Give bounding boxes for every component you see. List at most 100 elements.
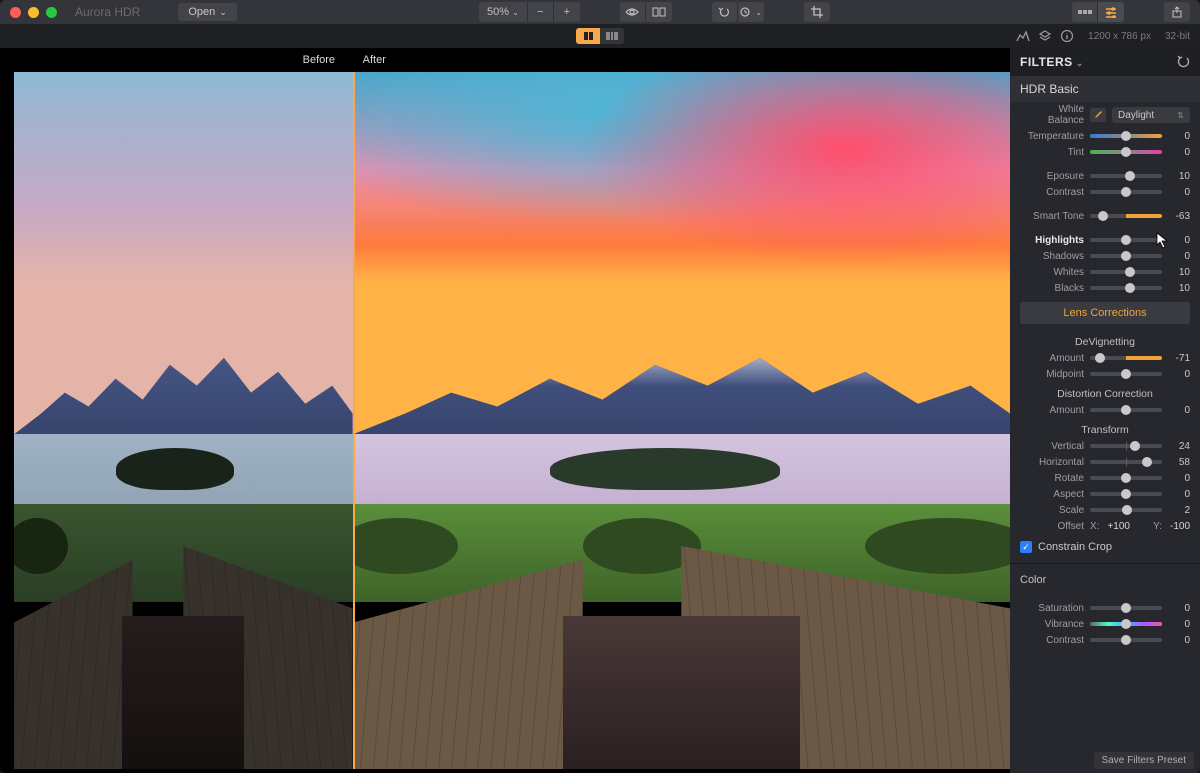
slider-label: Vibrance: [1020, 619, 1084, 630]
slider-row-shadows: Shadows 0: [1010, 248, 1200, 264]
slider-knob[interactable]: [1121, 187, 1131, 197]
slider-knob[interactable]: [1095, 353, 1105, 363]
slider-track[interactable]: [1090, 190, 1162, 194]
color-title[interactable]: Color: [1010, 568, 1200, 592]
zoom-in-button[interactable]: +: [554, 2, 580, 22]
slider-row-amount: Amount 0: [1010, 402, 1200, 418]
slider-track[interactable]: [1090, 270, 1162, 274]
adjust-panel-button[interactable]: [1098, 2, 1124, 22]
slider-knob[interactable]: [1130, 441, 1140, 451]
constrain-crop-row[interactable]: ✓ Constrain Crop: [1010, 535, 1200, 559]
constrain-crop-checkbox[interactable]: ✓: [1020, 541, 1032, 553]
slider-label: Highlights: [1020, 235, 1084, 246]
slider-knob[interactable]: [1122, 505, 1132, 515]
offset-x-value[interactable]: +100: [1107, 521, 1130, 532]
slider-knob[interactable]: [1121, 635, 1131, 645]
slider-knob[interactable]: [1121, 131, 1131, 141]
slider-track[interactable]: [1090, 356, 1162, 360]
close-window-button[interactable]: [10, 7, 21, 18]
slider-track[interactable]: [1090, 372, 1162, 376]
canvas[interactable]: Before After: [0, 48, 1010, 773]
slider-knob[interactable]: [1121, 369, 1131, 379]
slider-row-saturation: Saturation 0: [1010, 600, 1200, 616]
eyedropper-button[interactable]: [1090, 108, 1106, 122]
slider-track[interactable]: [1090, 254, 1162, 258]
slider-row-scale: Scale 2: [1010, 502, 1200, 518]
slider-track[interactable]: [1090, 214, 1162, 218]
presets-panel-button[interactable]: [1072, 2, 1098, 22]
slider-label: Saturation: [1020, 603, 1084, 614]
slider-track[interactable]: [1090, 622, 1162, 626]
undo-button[interactable]: [712, 2, 738, 22]
slider-track[interactable]: [1090, 238, 1162, 242]
side-by-side-view-button[interactable]: [576, 28, 600, 44]
zoom-out-button[interactable]: −: [528, 2, 554, 22]
zoom-window-button[interactable]: [46, 7, 57, 18]
main-area: Before After: [0, 48, 1200, 773]
slider-knob[interactable]: [1121, 619, 1131, 629]
slider-track[interactable]: [1090, 150, 1162, 154]
slider-knob[interactable]: [1121, 603, 1131, 613]
open-button[interactable]: Open: [178, 3, 236, 21]
filters-header[interactable]: FILTERS: [1010, 48, 1200, 76]
bit-depth: 32-bit: [1165, 31, 1190, 42]
slider-knob[interactable]: [1121, 473, 1131, 483]
before-label: Before: [303, 54, 335, 66]
split-view-button[interactable]: [600, 28, 624, 44]
slider-label: Contrast: [1020, 635, 1084, 646]
info-icon[interactable]: [1060, 29, 1074, 43]
crop-button[interactable]: [804, 2, 830, 22]
slider-value: 24: [1168, 441, 1190, 452]
slider-label: Scale: [1020, 505, 1084, 516]
after-image: [353, 72, 1010, 769]
slider-track[interactable]: [1090, 408, 1162, 412]
offset-y-value[interactable]: -100: [1170, 521, 1190, 532]
share-button[interactable]: [1164, 2, 1190, 22]
histogram-icon[interactable]: [1016, 29, 1030, 43]
slider-track[interactable]: [1090, 638, 1162, 642]
slider-track[interactable]: [1090, 444, 1162, 448]
info-bar: 1200 x 786 px 32-bit: [1016, 29, 1190, 43]
slider-knob[interactable]: [1121, 405, 1131, 415]
before-image: [14, 72, 353, 769]
slider-knob[interactable]: [1125, 283, 1135, 293]
slider-track[interactable]: [1090, 134, 1162, 138]
slider-knob[interactable]: [1121, 147, 1131, 157]
save-preset-button[interactable]: Save Filters Preset: [1094, 752, 1194, 769]
slider-knob[interactable]: [1121, 251, 1131, 261]
lens-corrections-button[interactable]: Lens Corrections: [1020, 302, 1190, 324]
slider-track[interactable]: [1090, 492, 1162, 496]
image-dimensions: 1200 x 786 px: [1088, 31, 1151, 42]
slider-knob[interactable]: [1125, 171, 1135, 181]
slider-track[interactable]: [1090, 174, 1162, 178]
quick-preview-button[interactable]: [620, 2, 646, 22]
slider-label: Tint: [1020, 147, 1084, 158]
hdr-basic-title[interactable]: HDR Basic: [1010, 76, 1200, 102]
slider-label: Shadows: [1020, 251, 1084, 262]
compare-button[interactable]: [646, 2, 672, 22]
reset-filters-icon[interactable]: [1176, 55, 1190, 69]
slider-knob[interactable]: [1098, 211, 1108, 221]
cursor-icon: [1156, 232, 1170, 250]
slider-track[interactable]: [1090, 606, 1162, 610]
slider-knob[interactable]: [1142, 457, 1152, 467]
view-mode-segmented: [576, 28, 624, 44]
slider-knob[interactable]: [1121, 489, 1131, 499]
slider-track[interactable]: [1090, 508, 1162, 512]
slider-knob[interactable]: [1121, 235, 1131, 245]
minimize-window-button[interactable]: [28, 7, 39, 18]
crop-group: [804, 2, 830, 22]
zoom-dropdown[interactable]: 50%⌄: [479, 2, 528, 22]
slider-value: 0: [1168, 619, 1190, 630]
slider-knob[interactable]: [1125, 267, 1135, 277]
layers-icon[interactable]: [1038, 29, 1052, 43]
slider-track[interactable]: [1090, 476, 1162, 480]
slider-row-eposure: Eposure 10: [1010, 168, 1200, 184]
slider-track[interactable]: [1090, 286, 1162, 290]
compare-divider[interactable]: [353, 72, 355, 769]
history-dropdown[interactable]: ⌄: [738, 2, 764, 22]
slider-track[interactable]: [1090, 460, 1162, 464]
white-balance-dropdown[interactable]: Daylight: [1112, 107, 1190, 123]
slider-row-midpoint: Midpoint 0: [1010, 366, 1200, 382]
slider-label: Amount: [1020, 353, 1084, 364]
